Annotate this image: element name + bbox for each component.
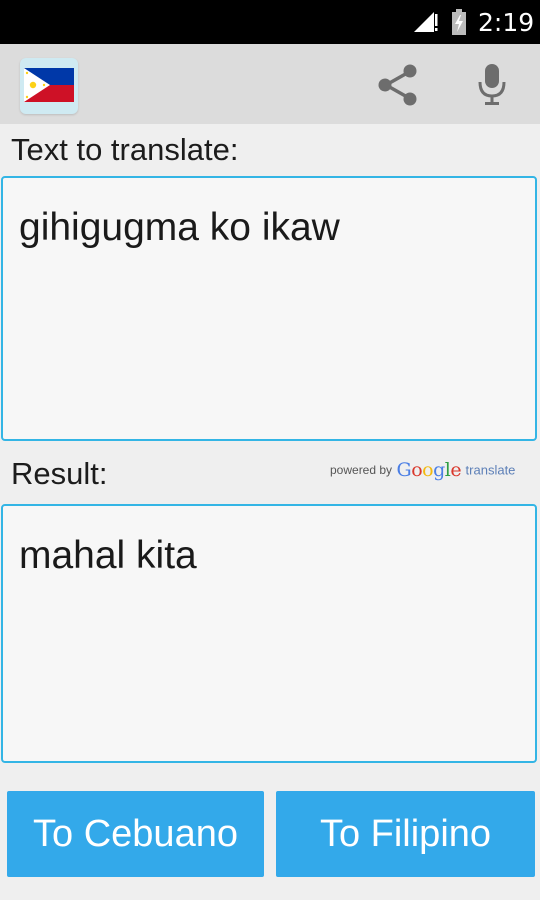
powered-by-text: powered by bbox=[330, 463, 393, 477]
google-logo: Google bbox=[396, 459, 462, 481]
result-label: Result: bbox=[11, 456, 108, 491]
battery-icon bbox=[452, 9, 466, 35]
signal-icon bbox=[414, 12, 438, 32]
result-text: mahal kita bbox=[19, 534, 197, 577]
to-cebuano-label: To Cebuano bbox=[33, 812, 238, 855]
share-icon[interactable] bbox=[376, 64, 420, 106]
philippine-flag-icon[interactable] bbox=[20, 58, 78, 114]
microphone-icon[interactable] bbox=[476, 62, 508, 108]
result-output[interactable]: mahal kita bbox=[1, 504, 537, 763]
translate-text: translate bbox=[465, 462, 516, 478]
status-clock: 2:19 bbox=[478, 8, 535, 37]
status-bar: 2:19 bbox=[0, 0, 540, 44]
input-label: Text to translate: bbox=[11, 132, 239, 167]
to-cebuano-button[interactable]: To Cebuano bbox=[7, 791, 264, 877]
to-filipino-label: To Filipino bbox=[319, 812, 492, 855]
google-translate-attribution: powered by Google translate bbox=[330, 459, 515, 483]
action-bar bbox=[0, 44, 540, 124]
text-to-translate-input[interactable]: gihigugma ko ikaw bbox=[1, 176, 537, 441]
to-filipino-button[interactable]: To Filipino bbox=[276, 791, 535, 877]
input-text: gihigugma ko ikaw bbox=[19, 206, 340, 249]
